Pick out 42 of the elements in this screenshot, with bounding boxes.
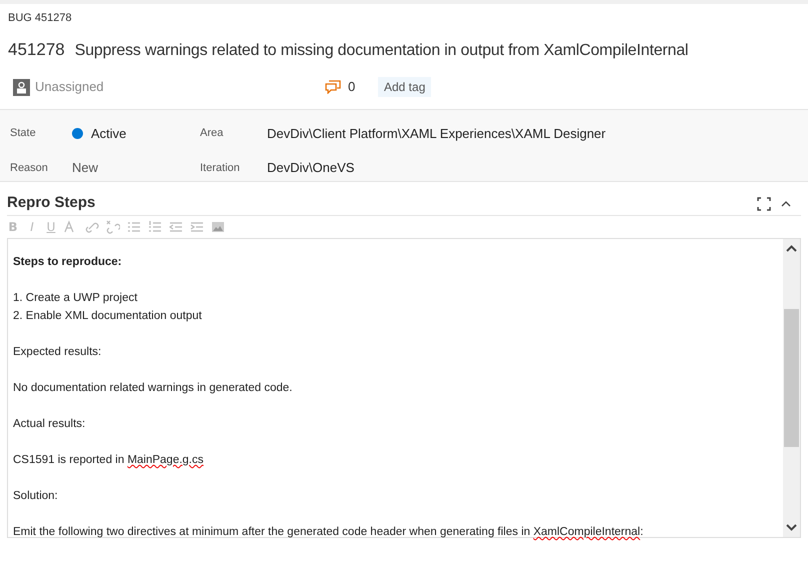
text-line: CS1591 is reported in [13,454,126,466]
comments-icon[interactable] [325,80,341,94]
text-line: 1. Create a UWP project [13,292,138,304]
text-line: Expected results: [13,346,102,358]
text-line: 2. Enable XML documentation output [13,310,202,322]
text-line: Steps to reproduce: [13,256,122,268]
scrollbar[interactable] [783,239,800,537]
text-line: No documentation related warnings in generated code. [13,382,292,394]
text-line: : [640,526,644,538]
comment-count: 0 [348,78,356,96]
field-value[interactable]: Active [91,124,126,143]
field-label: State [10,126,37,141]
field-label: Area [200,126,224,141]
field-label: Reason [10,160,49,176]
image-icon[interactable] [211,220,225,234]
scroll-thumb[interactable] [784,309,799,447]
section-title: Repro Steps [7,193,96,214]
field-value[interactable]: New [72,158,98,178]
work-item-type: BUG 451278 [8,11,73,26]
outdent-icon[interactable] [169,220,183,234]
unlink-icon[interactable] [106,220,120,234]
collapse-icon[interactable] [781,200,791,207]
link-icon[interactable] [85,220,99,234]
text-line: Emit the following two directives at minimum after the generated code header when generating files in [13,526,532,538]
bullet-list-icon[interactable] [127,220,141,234]
person-icon [13,78,30,96]
text-line: Solution: [13,490,58,502]
work-item-id: 451278 [8,39,65,61]
field-label: Iteration [200,160,241,176]
work-item-title[interactable]: Suppress warnings related to missing documentation in output from XamlCompileInternal [74,39,688,63]
assignee-field[interactable]: Unassigned [35,77,325,97]
indent-icon[interactable] [190,220,204,234]
numbered-list-icon[interactable] [148,220,162,234]
misspelled-word: MainPage.g.cs [127,454,204,466]
fullscreen-icon[interactable] [757,196,771,210]
scroll-down-icon[interactable] [786,524,797,531]
text-line: Actual results: [13,418,86,430]
add-tag-button[interactable]: Add tag [378,77,432,97]
scroll-up-icon[interactable] [786,245,797,252]
misspelled-word: XamlCompileInternal [533,526,640,538]
field-value[interactable]: DevDiv\Client Platform\XAML Experiences\XAML Designer [267,124,606,143]
field-value[interactable]: DevDiv\OneVS [267,158,354,178]
